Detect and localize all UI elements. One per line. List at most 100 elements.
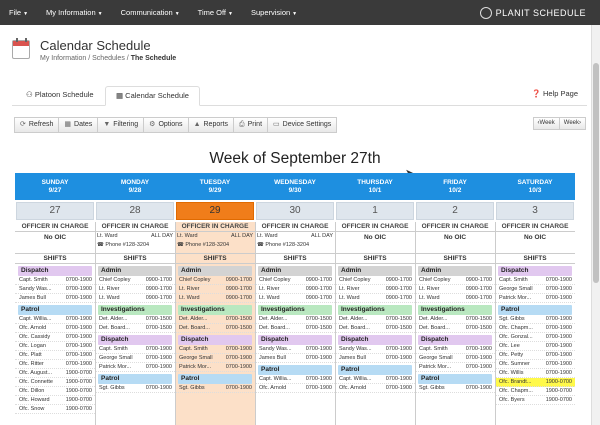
shift-group-admin[interactable]: Admin [258, 266, 332, 276]
shift-row[interactable]: Ofc. Ritter 0700-1900 [15, 360, 95, 369]
shift-row[interactable]: Patrick Mor... 0700-1900 [495, 294, 575, 303]
shift-group-patrol[interactable]: Patrol [98, 374, 172, 384]
shift-row[interactable]: Chief Copley 0900-1700 [415, 276, 495, 285]
shift-group-dispatch[interactable]: Dispatch [98, 335, 172, 345]
shift-row[interactable]: Capt. Smith 0700-1900 [15, 276, 95, 285]
shift-row[interactable]: Ofc. Arnold 0700-1900 [15, 324, 95, 333]
shift-row[interactable]: Det. Board... 0700-1500 [95, 324, 175, 333]
breadcrumb-item[interactable]: My Information [40, 55, 86, 62]
day-number-cell[interactable]: 30 [256, 202, 334, 220]
shift-group-patrol[interactable]: Patrol [178, 374, 252, 384]
shift-row[interactable]: Det. Board... 0700-1500 [335, 324, 415, 333]
shift-row[interactable]: Capt. Willia... 0700-1900 [335, 375, 415, 384]
shift-group-admin[interactable]: Admin [338, 266, 412, 276]
shift-row[interactable]: Sandy Was... 0700-1900 [255, 345, 335, 354]
shift-row[interactable]: Lt. Ward 0900-1700 [255, 294, 335, 303]
day-number-cell[interactable]: 3 [496, 202, 574, 220]
shift-row[interactable]: Ofc. Chapm... 1900-0700 [495, 387, 575, 396]
shift-row[interactable]: Sgt. Gibbs 0700-1900 [175, 384, 255, 393]
shift-row[interactable]: Det. Alder... 0700-1500 [335, 315, 415, 324]
shift-row[interactable]: Lt. Ward 0900-1700 [175, 294, 255, 303]
shift-group-dispatch[interactable]: Dispatch [258, 335, 332, 345]
options-button[interactable]: ⚙ Options [143, 117, 189, 133]
shift-row[interactable]: Ofc. Logan 0700-1900 [15, 342, 95, 351]
shift-row[interactable]: Det. Board... 0700-1500 [415, 324, 495, 333]
shift-row[interactable]: Capt. Smith 0700-1900 [95, 345, 175, 354]
tab-calendar-schedule[interactable]: ▦ Calendar Schedule [105, 86, 200, 106]
filtering-button[interactable]: ▼ Filtering [97, 117, 145, 133]
shift-row[interactable]: Ofc. Connette 1900-0700 [15, 378, 95, 387]
shift-row[interactable]: Ofc. Cassidy 0700-1900 [15, 333, 95, 342]
scrollbar[interactable] [591, 25, 600, 425]
shift-row[interactable]: Ofc. Petty 0700-1900 [495, 351, 575, 360]
oic-name[interactable]: Lt. Ward [257, 233, 278, 239]
shift-row[interactable]: Ofc. Arnold 0700-1900 [335, 384, 415, 393]
shift-row[interactable]: Capt. Willia... 0700-1900 [255, 375, 335, 384]
shift-row[interactable]: Ofc. Snow 1900-0700 [15, 405, 95, 414]
shift-row[interactable]: Ofc. Sumner 0700-1900 [495, 360, 575, 369]
shift-row[interactable]: Det. Board... 0700-1500 [175, 324, 255, 333]
shift-row[interactable]: Chief Copley 0900-1700 [175, 276, 255, 285]
shift-row[interactable]: Capt. Smith 0700-1900 [175, 345, 255, 354]
nav-menu-time-off[interactable]: Time Off ▼ [189, 8, 242, 17]
shift-group-patrol[interactable]: Patrol [498, 305, 572, 315]
shift-row[interactable]: Lt. River 0900-1700 [175, 285, 255, 294]
nav-menu-communication[interactable]: Communication ▼ [112, 8, 189, 17]
shift-group-dispatch[interactable]: Dispatch [178, 335, 252, 345]
shift-row[interactable]: Ofc. Chapm... 0700-1900 [495, 324, 575, 333]
shift-row[interactable]: Lt. Ward 0900-1700 [95, 294, 175, 303]
shift-row[interactable]: Lt. River 0900-1700 [255, 285, 335, 294]
shift-row[interactable]: Lt. River 0900-1700 [335, 285, 415, 294]
shift-group-investigations[interactable]: Investigations [178, 305, 252, 315]
shift-row[interactable]: George Small 0700-1900 [495, 285, 575, 294]
shift-row[interactable]: Det. Alder... 0700-1500 [255, 315, 335, 324]
shift-group-dispatch[interactable]: Dispatch [338, 335, 412, 345]
shift-row[interactable]: Patrick Mor... 0700-1900 [95, 363, 175, 372]
shift-row[interactable]: Capt. Willia... 0700-1900 [15, 315, 95, 324]
shift-group-investigations[interactable]: Investigations [338, 305, 412, 315]
shift-row[interactable]: Lt. Ward 0900-1700 [335, 294, 415, 303]
shift-row[interactable]: Ofc. Platt 0700-1900 [15, 351, 95, 360]
shift-group-patrol[interactable]: Patrol [18, 305, 92, 315]
shift-group-dispatch[interactable]: Dispatch [498, 266, 572, 276]
help-link[interactable]: ❓ Help Page [532, 89, 578, 98]
day-number-cell[interactable]: 28 [96, 202, 174, 220]
shift-row[interactable]: Det. Alder... 0700-1500 [95, 315, 175, 324]
shift-row[interactable]: James Bull 0700-1900 [255, 354, 335, 363]
shift-row[interactable]: George Small 0700-1900 [175, 354, 255, 363]
shift-group-investigations[interactable]: Investigations [418, 305, 492, 315]
shift-row[interactable]: Sandy Was... 0700-1900 [15, 285, 95, 294]
shift-group-admin[interactable]: Admin [98, 266, 172, 276]
prev-week-button[interactable]: ‹Week [532, 117, 560, 130]
shift-row[interactable]: Lt. River 0900-1700 [95, 285, 175, 294]
device-settings-button[interactable]: ▭ Device Settings [267, 117, 338, 133]
shift-row[interactable]: Sgt. Gibbs 0700-1900 [95, 384, 175, 393]
shift-group-investigations[interactable]: Investigations [98, 305, 172, 315]
dates-button[interactable]: ▦ Dates [58, 117, 99, 133]
shift-group-dispatch[interactable]: Dispatch [418, 335, 492, 345]
day-number-cell[interactable]: 1 [336, 202, 414, 220]
shift-row[interactable]: George Small 0700-1900 [415, 354, 495, 363]
nav-menu-file[interactable]: File ▼ [0, 8, 37, 17]
shift-row[interactable]: Patrick Mor... 0700-1900 [175, 363, 255, 372]
print-button[interactable]: ⎙ Print [233, 117, 269, 133]
scrollbar-thumb[interactable] [593, 63, 599, 283]
shift-row[interactable]: James Bull 0700-1900 [15, 294, 95, 303]
nav-menu-supervision[interactable]: Supervision ▼ [242, 8, 306, 17]
shift-row[interactable]: Capt. Smith 0700-1900 [495, 276, 575, 285]
next-week-button[interactable]: Week› [558, 117, 586, 130]
shift-row[interactable]: Sgt. Gibbs 0700-1900 [495, 315, 575, 324]
shift-row[interactable]: Lt. River 0900-1700 [415, 285, 495, 294]
shift-group-investigations[interactable]: Investigations [258, 305, 332, 315]
shift-row[interactable]: Ofc. August... 1900-0700 [15, 369, 95, 378]
shift-row[interactable]: Det. Board... 0700-1500 [255, 324, 335, 333]
shift-row[interactable]: Det. Alder... 0700-1500 [415, 315, 495, 324]
shift-row[interactable]: Chief Copley 0900-1700 [95, 276, 175, 285]
shift-row[interactable]: Det. Alder... 0700-1500 [175, 315, 255, 324]
shift-row[interactable]: Capt. Smith 0700-1900 [415, 345, 495, 354]
shift-row[interactable]: Ofc. Byers 1900-0700 [495, 396, 575, 405]
shift-group-dispatch[interactable]: Dispatch [18, 266, 92, 276]
shift-row[interactable]: Sgt. Gibbs 0700-1900 [415, 384, 495, 393]
shift-row[interactable]: Patrick Mor... 0700-1900 [415, 363, 495, 372]
shift-row[interactable]: Sandy Was... 0700-1900 [335, 345, 415, 354]
